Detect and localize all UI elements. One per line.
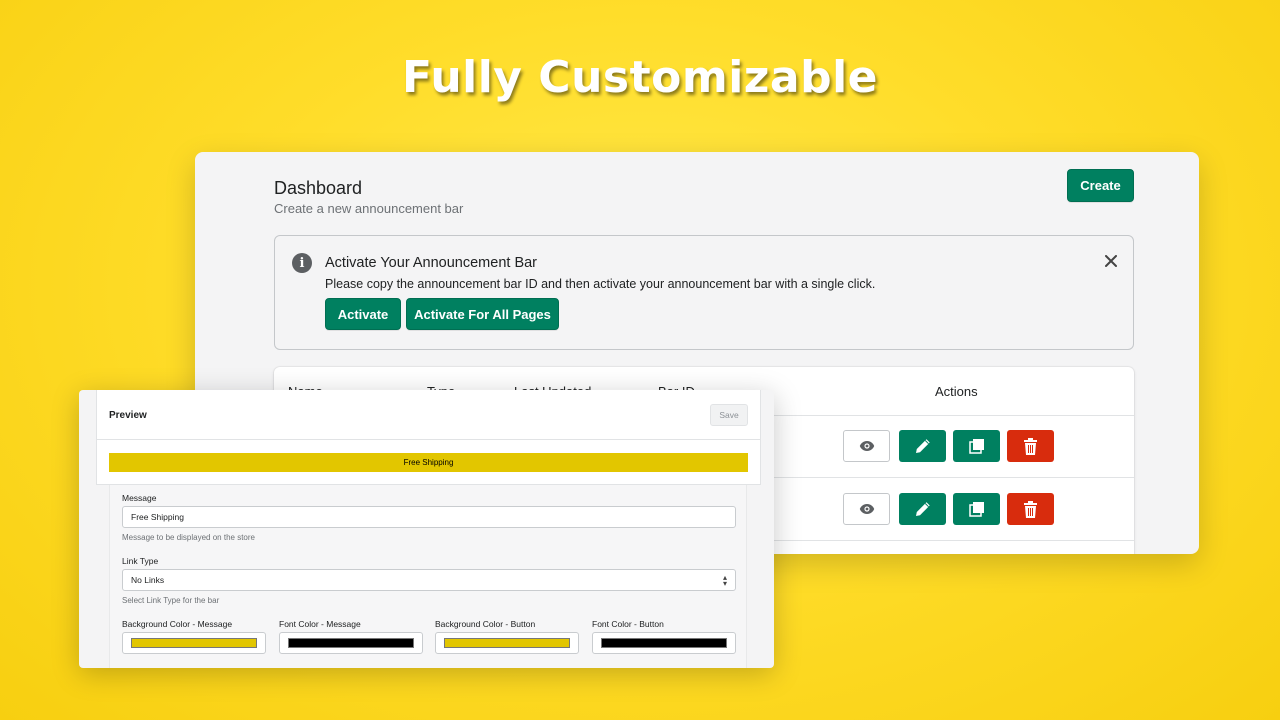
preview-title: Preview [109,410,147,421]
bar-settings-form: Message Free Shipping Message to be disp… [109,485,747,668]
bg-color-message-label: Background Color - Message [122,619,233,629]
preview-bar-container: Free Shipping [96,440,761,485]
link-type-help: Select Link Type for the bar [122,596,220,605]
pencil-icon [915,439,930,453]
delete-button[interactable] [1007,493,1054,525]
activate-button[interactable]: Activate [325,298,401,330]
duplicate-icon [968,439,984,454]
headline: Fully Customizable [401,52,879,103]
eye-icon [859,441,874,451]
bg-color-message-picker[interactable] [122,632,266,654]
edit-button[interactable] [899,493,946,525]
save-button[interactable]: Save [710,404,748,426]
page-subtitle: Create a new announcement bar [274,201,464,216]
link-type-label: Link Type [122,556,159,566]
column-header-actions: Actions [935,384,978,399]
link-type-value: No Links [131,575,165,585]
color-swatch [601,638,727,648]
view-button[interactable] [843,493,890,525]
view-button[interactable] [843,430,890,462]
activate-all-pages-button[interactable]: Activate For All Pages [406,298,559,330]
duplicate-button[interactable] [953,430,1000,462]
bg-color-button-label: Background Color - Button [435,619,536,629]
banner-text: Please copy the announcement bar ID and … [325,277,876,291]
message-help: Message to be displayed on the store [122,533,255,542]
color-swatch [444,638,570,648]
font-color-button-label: Font Color - Button [592,619,664,629]
duplicate-icon [968,502,984,517]
trash-icon [1024,500,1037,518]
pencil-icon [915,502,930,516]
trash-icon [1024,437,1037,455]
message-label: Message [122,493,157,503]
color-swatch [131,638,257,648]
edit-button[interactable] [899,430,946,462]
preview-panel: Preview Save Free Shipping Message Free … [79,390,774,668]
color-swatch [288,638,414,648]
activation-banner: i Activate Your Announcement Bar Please … [274,235,1134,350]
message-field[interactable]: Free Shipping [122,506,736,528]
select-arrows-icon: ▴ ▾ [722,573,727,588]
font-color-message-label: Font Color - Message [279,619,361,629]
font-color-message-picker[interactable] [279,632,423,654]
duplicate-button[interactable] [953,493,1000,525]
announcement-bar-preview: Free Shipping [109,453,748,472]
info-icon: i [292,253,312,273]
link-type-select[interactable]: No Links ▴ ▾ [122,569,736,591]
page-title: Dashboard [274,178,363,198]
delete-button[interactable] [1007,430,1054,462]
preview-header: Preview Save [96,390,761,440]
create-button[interactable]: Create [1067,169,1134,202]
eye-icon [859,504,874,514]
banner-title: Activate Your Announcement Bar [325,255,538,271]
font-color-button-picker[interactable] [592,632,736,654]
close-icon[interactable] [1101,251,1121,271]
bg-color-button-picker[interactable] [435,632,579,654]
